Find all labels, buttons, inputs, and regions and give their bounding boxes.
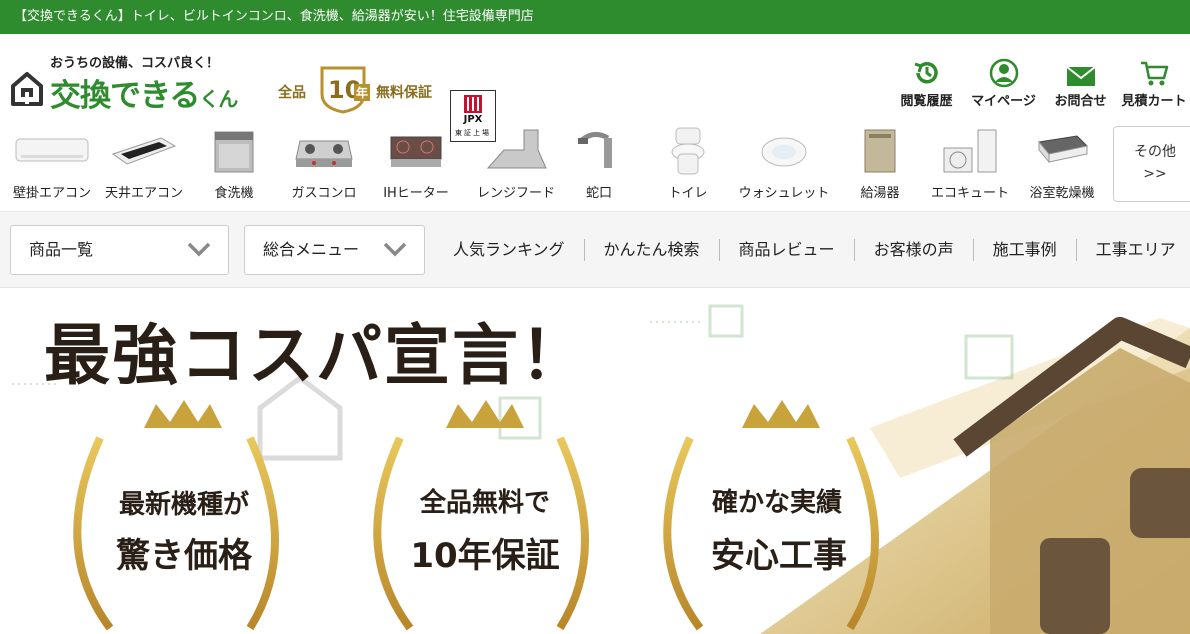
user-icon <box>989 58 1018 88</box>
category-bar: 壁掛エアコン 天井エアコン 食洗機 ガスコンロ IHヒーター レンジフード 蛇口… <box>0 120 1190 212</box>
chevron-down-icon <box>187 242 211 257</box>
menu-link-case-studies[interactable]: 施工事例 <box>972 239 1076 261</box>
cart-icon <box>1141 61 1169 86</box>
ceiling-aircon-icon <box>111 137 177 165</box>
header-nav: 閲覧履歴 マイページ お問合せ 見積カート <box>888 54 1189 109</box>
menu-link-area[interactable]: 工事エリア <box>1075 239 1190 261</box>
hero-banner[interactable]: 最強コスパ宣言！ 最新機種が 驚き価格 全品無料で 10年保証 確かな実績 安心… <box>0 288 1190 634</box>
warranty-year: 年 <box>354 84 371 101</box>
top-announcement-bar: 【交換できるくん】トイレ、ビルトインコンロ、食洗機、給湯器が安い！住宅設備専門店 <box>0 0 1190 34</box>
water-heater-icon <box>864 129 896 173</box>
award-1-line2: 驚き価格 <box>116 536 252 576</box>
award-3-line1: 確かな実績 <box>711 488 842 518</box>
menu-link-reviews[interactable]: 商品レビュー <box>718 239 854 261</box>
house-logo-icon <box>11 72 43 106</box>
category-wall-aircon[interactable]: 壁掛エアコン <box>6 126 98 201</box>
site-logo[interactable]: おうちの設備、コスパ良く！ 交換できるくん <box>10 48 265 114</box>
bath-dryer-icon <box>1038 135 1089 164</box>
gas-stove-icon <box>295 140 353 167</box>
product-list-dropdown-label: 商品一覧 <box>29 240 94 259</box>
jpx-logo-icon <box>464 95 482 113</box>
warranty-left-text: 全品 <box>278 85 306 101</box>
category-ceiling-aircon[interactable]: 天井エアコン <box>98 126 190 201</box>
site-header: おうちの設備、コスパ良く！ 交換できるくん 全品 10 年 無料保証 JPX 東… <box>0 34 1190 142</box>
chevron-down-icon <box>383 242 407 257</box>
ecocute-icon <box>943 129 997 173</box>
general-menu-dropdown[interactable]: 総合メニュー <box>244 225 425 275</box>
award-1-line1: 最新機種が <box>118 490 249 520</box>
category-washlet[interactable]: ウォシュレット <box>738 126 830 201</box>
category-ecocute[interactable]: エコキュート <box>924 126 1016 201</box>
top-announcement-text: 【交換できるくん】トイレ、ビルトインコンロ、食洗機、給湯器が安い！住宅設備専門店 <box>14 9 534 24</box>
award-2-line2: 10年保証 <box>410 536 560 576</box>
header-nav-mypage[interactable]: マイページ <box>965 54 1042 109</box>
logo-tagline: おうちの設備、コスパ良く！ <box>50 56 220 71</box>
general-menu-dropdown-label: 総合メニュー <box>263 240 360 259</box>
award-3-line2: 安心工事 <box>711 536 847 576</box>
washlet-icon <box>761 137 807 167</box>
faucet-icon <box>578 132 612 168</box>
category-dishwasher[interactable]: 食洗機 <box>188 126 280 201</box>
warranty-badge: 全品 10 年 無料保証 <box>278 62 438 120</box>
menu-link-easy-search[interactable]: かんたん検索 <box>583 239 719 261</box>
hero-headline: 最強コスパ宣言！ <box>44 317 588 394</box>
category-ih-heater[interactable]: IHヒーター <box>370 126 462 201</box>
award-2-line1: 全品無料で <box>419 488 550 518</box>
category-more-button[interactable]: その他 >> <box>1113 126 1190 202</box>
header-nav-history[interactable]: 閲覧履歴 <box>888 54 965 109</box>
category-gas-stove[interactable]: ガスコンロ <box>278 126 370 201</box>
history-icon <box>914 61 938 84</box>
category-range-hood[interactable]: レンジフード <box>470 126 562 201</box>
wall-aircon-icon <box>15 138 89 162</box>
ih-heater-icon <box>390 136 442 167</box>
warranty-right-text: 無料保証 <box>376 85 432 101</box>
product-list-dropdown[interactable]: 商品一覧 <box>10 225 229 275</box>
mail-icon <box>1065 66 1096 86</box>
category-bath-dryer[interactable]: 浴室乾燥機 <box>1016 126 1108 201</box>
category-faucet[interactable]: 蛇口 <box>553 126 645 201</box>
header-nav-cart[interactable]: 見積カート <box>1119 54 1189 109</box>
range-hood-icon <box>486 129 547 169</box>
header-nav-contact[interactable]: お問合せ <box>1042 54 1119 109</box>
dishwasher-icon <box>214 131 254 173</box>
logo-name: 交換できるくん <box>50 78 238 114</box>
menu-link-customer-voice[interactable]: お客様の声 <box>853 239 973 261</box>
menu-bar: 商品一覧 総合メニュー 人気ランキング かんたん検索 商品レビュー お客様の声 … <box>0 212 1190 288</box>
menu-link-ranking[interactable]: 人気ランキング <box>440 239 584 261</box>
category-water-heater[interactable]: 給湯器 <box>834 126 926 201</box>
category-toilet[interactable]: トイレ <box>642 126 734 201</box>
toilet-icon <box>671 127 705 175</box>
menu-links: 人気ランキング かんたん検索 商品レビュー お客様の声 施工事例 工事エリア <box>440 225 1190 275</box>
